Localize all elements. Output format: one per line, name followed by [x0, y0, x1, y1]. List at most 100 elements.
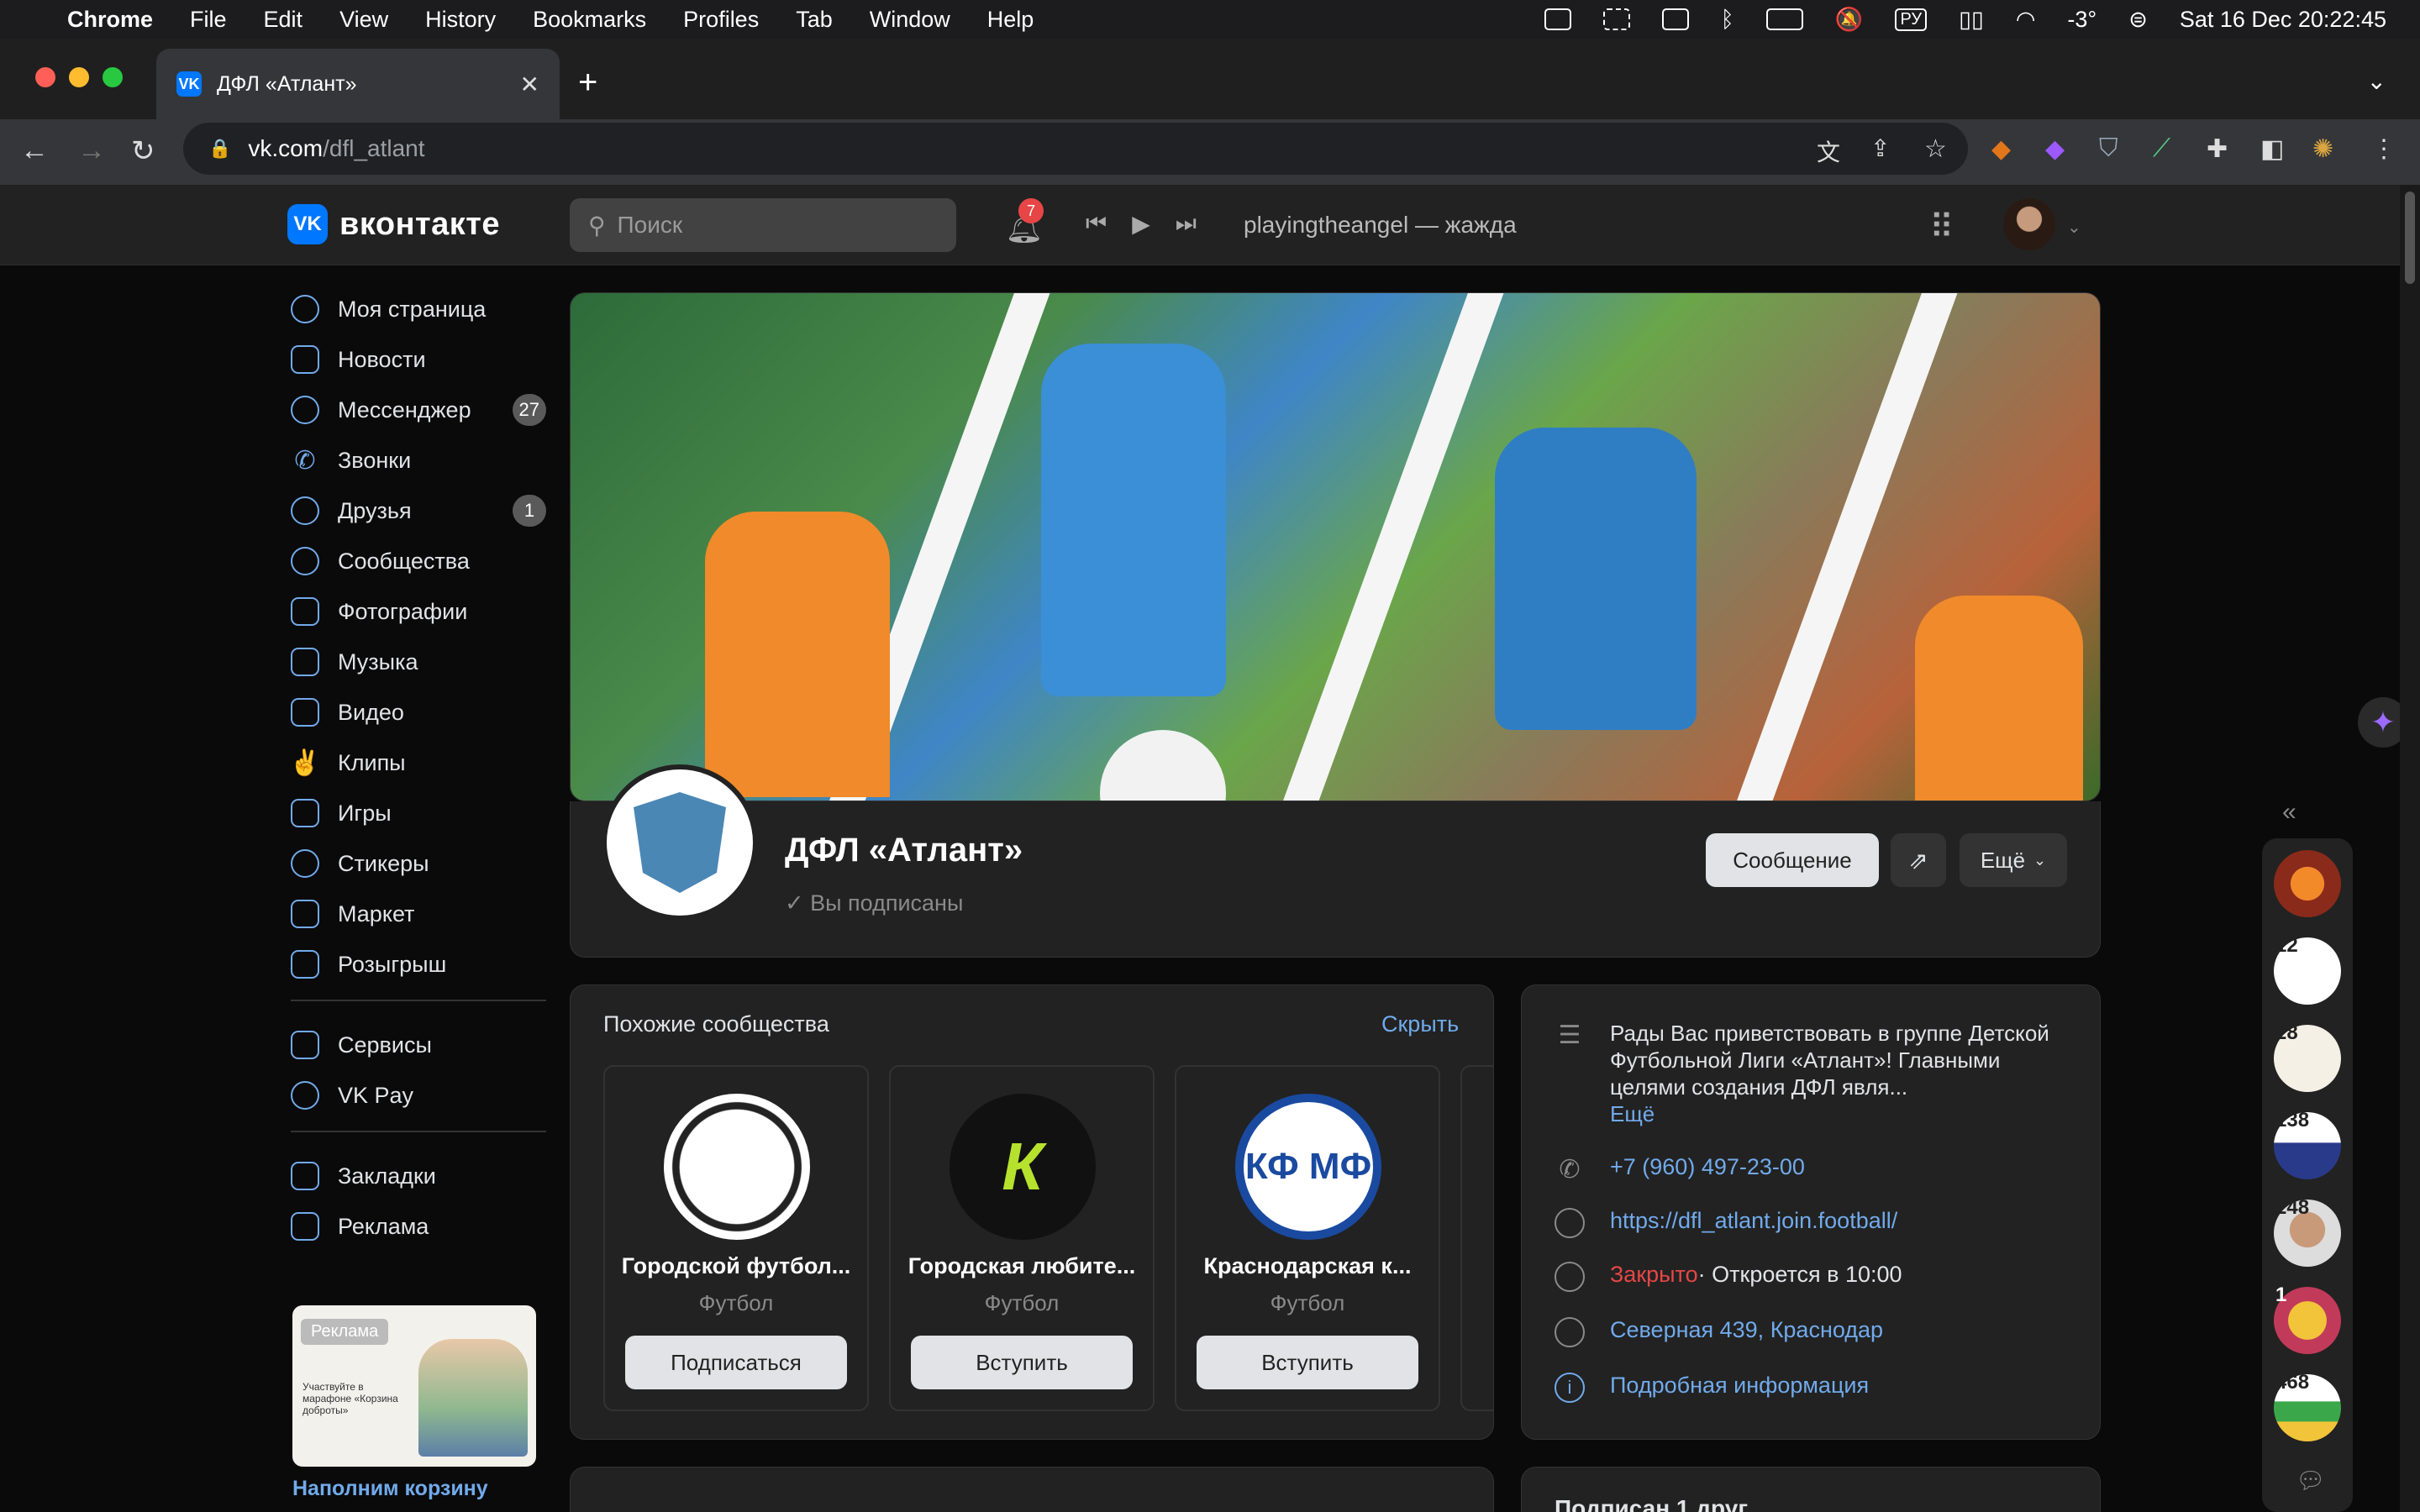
menu-tab[interactable]: Tab — [796, 7, 833, 33]
sidebar-item-ads[interactable]: Реклама — [291, 1203, 546, 1250]
phone-link[interactable]: +7 (960) 497-23-00 — [1610, 1154, 1805, 1180]
more-button[interactable]: Ещё ⌄ — [1960, 833, 2067, 887]
user-avatar[interactable] — [2003, 198, 2055, 250]
mute-icon[interactable]: 🔕 — [1835, 6, 1864, 33]
browser-tab[interactable]: VK ДФЛ «Атлант» ✕ — [156, 49, 560, 119]
details-link[interactable]: Подробная информация — [1610, 1373, 1869, 1399]
purple-extension-icon[interactable]: ◆ — [2045, 134, 2065, 164]
extensions-puzzle-icon[interactable]: ✚ — [2207, 134, 2228, 164]
chat-avatar[interactable] — [2274, 850, 2341, 917]
subscription-status[interactable]: ✓ Вы подписаны — [785, 890, 963, 916]
sidebar-item-giveaway[interactable]: Розыгрыш — [291, 941, 546, 988]
chat-avatar[interactable]: 28 — [2274, 1021, 2341, 1092]
screenshot-icon[interactable] — [1602, 8, 1630, 30]
similar-community-card[interactable]: Городской футбол... Футбол Подписаться — [603, 1065, 869, 1411]
reload-button[interactable]: ↻ — [131, 134, 155, 168]
join-button[interactable]: Вступить — [911, 1336, 1133, 1389]
close-window-button[interactable] — [35, 67, 55, 87]
bookmark-star-icon[interactable]: ☆ — [1924, 134, 1947, 164]
similar-community-card-partial[interactable] — [1460, 1065, 1494, 1411]
battery-icon[interactable] — [1765, 8, 1803, 30]
new-tab-button[interactable]: + — [578, 64, 597, 102]
subscribe-button[interactable]: Подписаться — [625, 1336, 847, 1389]
message-button[interactable]: Сообщение — [1706, 833, 1879, 887]
menu-profiles[interactable]: Profiles — [683, 7, 759, 33]
close-tab-icon[interactable]: ✕ — [520, 71, 539, 98]
sidebar-item-calls[interactable]: ✆ Звонки — [291, 437, 546, 484]
menu-window[interactable]: Window — [870, 7, 950, 33]
bluetooth-icon[interactable]: ᛒ — [1721, 7, 1734, 33]
lock-icon[interactable]: 🔒 — [208, 138, 231, 160]
status-app-icon[interactable] — [1544, 8, 1571, 30]
next-track-icon[interactable]: ⏭ — [1176, 210, 1197, 238]
back-button[interactable]: ← — [20, 134, 49, 167]
sidebar-item-communities[interactable]: Сообщества — [291, 538, 546, 585]
sidebar-item-vkpay[interactable]: VK Pay — [291, 1072, 546, 1119]
sidebar-item-video[interactable]: Видео — [291, 689, 546, 736]
chevron-down-icon[interactable]: ⌄ — [2067, 217, 2081, 238]
chat-avatar[interactable]: 138 — [2274, 1109, 2341, 1179]
sidebar-item-games[interactable]: Игры — [291, 790, 546, 837]
chat-avatar[interactable]: 12 — [2274, 934, 2341, 1005]
share-icon[interactable]: ⇪ — [1870, 134, 1890, 162]
sidebar-item-market[interactable]: Маркет — [291, 890, 546, 937]
bee-extension-icon[interactable]: ✺ — [2312, 134, 2333, 164]
forward-button[interactable]: → — [77, 134, 106, 167]
control-center-icon[interactable]: ⊜ — [2128, 7, 2148, 33]
tab-search-chevron-icon[interactable]: ⌄ — [2367, 67, 2386, 95]
ad-title[interactable]: Наполним корзину — [292, 1477, 488, 1501]
friends-header[interactable]: Подписан 1 друг — [1555, 1495, 1748, 1512]
apps-grid-icon[interactable]: ⠿ — [1929, 208, 1954, 247]
translate-icon[interactable]: 文 — [1817, 134, 1840, 168]
weather-temp[interactable]: -3° — [2067, 7, 2096, 33]
chart-extension-icon[interactable]: ⟋ — [2153, 134, 2170, 163]
sidebar-ad-banner[interactable]: Реклама Участвуйте в марафоне «Корзина д… — [292, 1305, 536, 1467]
page-scrollbar[interactable] — [2400, 185, 2420, 1512]
menu-help[interactable]: Help — [987, 7, 1034, 33]
website-link[interactable]: https://dfl_atlant.join.football/ — [1610, 1208, 1897, 1234]
collapse-rail-icon[interactable]: « — [2282, 798, 2296, 827]
previous-track-icon[interactable]: ⏮ — [1086, 210, 1107, 238]
menu-bookmarks[interactable]: Bookmarks — [533, 7, 646, 33]
sidebar-item-my-page[interactable]: Моя страница — [291, 286, 546, 333]
chat-bubble-icon[interactable]: 💬︎ — [2296, 1467, 2326, 1494]
chat-avatar[interactable]: 468 — [2274, 1371, 2341, 1441]
play-icon[interactable]: ▶ — [1132, 210, 1150, 238]
menu-app-name[interactable]: Chrome — [67, 7, 153, 33]
address-bar[interactable]: 🔒 vk.com /dfl_atlant — [183, 123, 1968, 175]
similar-community-card[interactable]: КФ МФ Краснодарская к... Футбол Вступить — [1175, 1065, 1440, 1411]
chat-avatar[interactable]: 1 — [2274, 1284, 2341, 1354]
minimize-window-button[interactable] — [69, 67, 89, 87]
now-playing-track[interactable]: playingtheangel — жажда — [1244, 212, 1517, 239]
panel-icon[interactable]: ▯▯ — [1959, 7, 1984, 33]
sidebar-item-messenger[interactable]: Мессенджер 27 — [291, 386, 546, 433]
group-avatar[interactable] — [602, 764, 758, 921]
scrollbar-thumb[interactable] — [2405, 192, 2415, 284]
sidebar-item-clips[interactable]: ✌ Клипы — [289, 739, 546, 786]
wifi-icon[interactable]: ◠ — [2016, 7, 2036, 33]
search-input[interactable]: ⚲ Поиск — [570, 198, 956, 252]
chrome-menu-icon[interactable]: ⋮ — [2371, 134, 2396, 164]
sidebar-item-services[interactable]: Сервисы — [291, 1021, 546, 1068]
menubar-clock[interactable]: Sat 16 Dec 20:22:45 — [2180, 7, 2386, 33]
shield-extension-icon[interactable]: ⛉ — [2099, 134, 2118, 163]
hide-similar-link[interactable]: Скрыть — [1381, 1011, 1459, 1037]
menu-edit[interactable]: Edit — [264, 7, 303, 33]
side-panel-icon[interactable]: ◧ — [2260, 134, 2284, 164]
zoom-window-button[interactable] — [103, 67, 123, 87]
sidebar-item-bookmarks[interactable]: Закладки — [291, 1152, 546, 1200]
address-link[interactable]: Северная 439, Краснодар — [1610, 1317, 1883, 1343]
description-more-link[interactable]: Ещё — [1610, 1101, 1655, 1126]
keyboard-layout[interactable]: РУ — [1895, 8, 1928, 31]
menu-history[interactable]: History — [425, 7, 496, 33]
vk-logo[interactable]: VK вконтакте — [287, 204, 500, 244]
metamask-extension-icon[interactable]: ◆ — [1991, 134, 2011, 164]
share-button[interactable]: ⇗ — [1891, 833, 1946, 887]
menu-file[interactable]: File — [190, 7, 227, 33]
join-button[interactable]: Вступить — [1197, 1336, 1418, 1389]
sidebar-item-friends[interactable]: Друзья 1 — [291, 487, 546, 534]
window-icon[interactable] — [1661, 8, 1689, 30]
similar-community-card[interactable]: К Городская любите... Футбол Вступить — [889, 1065, 1155, 1411]
sidebar-item-photos[interactable]: Фотографии — [291, 588, 546, 635]
chat-avatar[interactable]: 248 — [2274, 1196, 2341, 1267]
